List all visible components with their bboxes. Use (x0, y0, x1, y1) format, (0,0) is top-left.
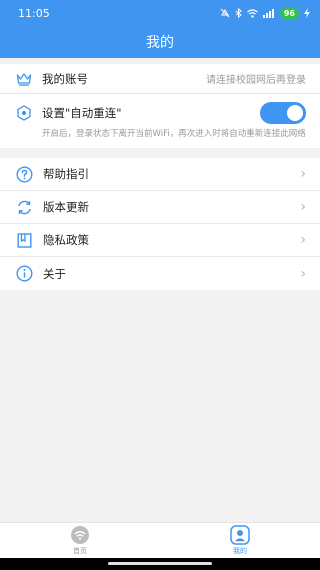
nav-tab-home[interactable]: 首页 (0, 523, 160, 558)
charging-icon (304, 8, 310, 18)
section-divider (0, 148, 320, 158)
crown-icon (16, 72, 32, 86)
home-indicator-bar[interactable] (108, 562, 212, 565)
chevron-right-icon: › (300, 166, 306, 182)
menu-item-label: 隐私政策 (43, 233, 89, 247)
toggle-knob (287, 105, 303, 121)
menu-item-label: 版本更新 (43, 200, 89, 214)
refresh-icon (18, 200, 31, 214)
nav-tab-label: 首页 (73, 547, 87, 555)
system-navigation-bar (0, 558, 320, 570)
person-icon (230, 525, 250, 545)
wifi-status-icon (246, 8, 258, 18)
auto-reconnect-title: 设置"自动重连" (42, 106, 122, 120)
help-icon (16, 165, 33, 183)
status-time: 11:05 (18, 6, 50, 20)
account-title: 我的账号 (42, 71, 88, 86)
account-settings-card: 我的账号 请连接校园网后再登录 设置"自动重连" 开启后，登录状态下离开当前Wi… (0, 64, 320, 148)
menu-card: 帮助指引 › 版本更新 › 隐私政策 › 关于 › (0, 158, 320, 290)
signal-icon (262, 8, 274, 18)
menu-item-privacy[interactable]: 隐私政策 › (0, 224, 320, 257)
menu-item-label: 关于 (43, 266, 66, 281)
menu-item-help[interactable]: 帮助指引 › (0, 158, 320, 191)
auto-reconnect-toggle[interactable] (260, 102, 306, 124)
menu-item-update[interactable]: 版本更新 › (0, 191, 320, 224)
battery-badge: 96 (279, 7, 299, 19)
status-icons: 96 (220, 7, 310, 19)
bluetooth-icon (235, 8, 242, 18)
book-icon (17, 232, 32, 248)
wifi-icon (71, 526, 89, 544)
hexagon-settings-icon (17, 105, 31, 121)
app-header: 我的 (0, 26, 320, 58)
auto-reconnect-setting: 设置"自动重连" 开启后，登录状态下离开当前WiFi，再次进入时将自动重新连接此… (0, 94, 320, 148)
chevron-right-icon: › (300, 199, 306, 215)
status-bar: 11:05 96 (0, 0, 320, 26)
nav-tab-label: 我的 (233, 547, 247, 555)
info-icon (16, 265, 33, 282)
nav-tab-mine[interactable]: 我的 (160, 523, 320, 558)
account-row[interactable]: 我的账号 请连接校园网后再登录 (0, 64, 320, 94)
menu-item-label: 帮助指引 (43, 167, 89, 181)
auto-reconnect-description: 开启后，登录状态下离开当前WiFi，再次进入时将自动重新连接此网络 (42, 129, 306, 139)
account-hint: 请连接校园网后再登录 (206, 75, 306, 86)
page-title: 我的 (146, 35, 174, 51)
bottom-nav: 首页 我的 (0, 522, 320, 558)
chevron-right-icon: › (300, 232, 306, 248)
menu-item-about[interactable]: 关于 › (0, 257, 320, 290)
mute-icon (220, 8, 230, 18)
chevron-right-icon: › (300, 265, 306, 282)
